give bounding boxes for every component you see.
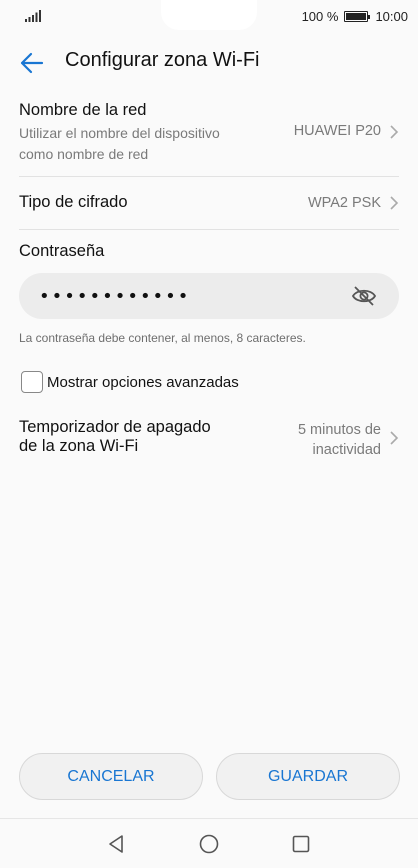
password-input[interactable]: •••••••••••• bbox=[19, 273, 399, 319]
nav-home-icon[interactable] bbox=[199, 834, 219, 854]
save-button[interactable]: GUARDAR bbox=[216, 753, 400, 800]
nav-back-icon[interactable] bbox=[107, 834, 125, 854]
encryption-value: WPA2 PSK bbox=[307, 195, 381, 211]
advanced-options-label: Mostrar opciones avanzadas bbox=[47, 373, 239, 391]
eye-off-icon[interactable] bbox=[351, 284, 377, 308]
timer-row[interactable]: Temporizador de apagado de la zona Wi-Fi… bbox=[19, 418, 399, 462]
timer-value-line2: inactividad bbox=[312, 442, 381, 458]
divider bbox=[19, 176, 399, 177]
password-masked-value: •••••••••••• bbox=[39, 286, 191, 307]
battery-icon bbox=[344, 11, 371, 22]
network-name-row[interactable]: Nombre de la red Utilizar el nombre del … bbox=[19, 101, 399, 167]
password-label-row: Contraseña bbox=[19, 242, 399, 261]
chevron-right-icon bbox=[390, 431, 399, 445]
battery-percent: 100 % bbox=[301, 9, 339, 24]
nav-recents-icon[interactable] bbox=[292, 835, 310, 853]
signal-icon bbox=[25, 10, 41, 22]
cancel-button[interactable]: CANCELAR bbox=[19, 753, 203, 800]
network-name-title: Nombre de la red bbox=[19, 101, 147, 119]
chevron-right-icon bbox=[390, 125, 399, 139]
status-indicators: 100 % 10:00 bbox=[302, 9, 408, 24]
clock: 10:00 bbox=[375, 9, 408, 24]
encryption-row[interactable]: Tipo de cifrado WPA2 PSK bbox=[19, 193, 399, 217]
password-hint: La contraseña debe contener, al menos, 8… bbox=[19, 331, 306, 345]
status-bar: 100 % 10:00 bbox=[0, 0, 418, 34]
divider bbox=[19, 229, 399, 230]
chevron-right-icon bbox=[390, 196, 399, 210]
app-header: Configurar zona Wi-Fi bbox=[0, 34, 418, 90]
network-name-subtitle-line2: como nombre de red bbox=[19, 146, 149, 162]
timer-value-line1: 5 minutos de bbox=[297, 422, 381, 438]
camera-notch bbox=[161, 0, 257, 30]
password-label: Contraseña bbox=[19, 242, 105, 260]
page-title: Configurar zona Wi-Fi bbox=[65, 49, 260, 71]
advanced-options-checkbox[interactable] bbox=[21, 371, 43, 393]
back-arrow-icon[interactable] bbox=[18, 49, 46, 77]
system-nav-bar bbox=[0, 818, 418, 868]
timer-value: 5 minutos de inactividad bbox=[298, 420, 381, 460]
network-name-value: HUAWEI P20 bbox=[293, 123, 381, 139]
advanced-options-toggle[interactable]: Mostrar opciones avanzadas bbox=[21, 371, 239, 393]
